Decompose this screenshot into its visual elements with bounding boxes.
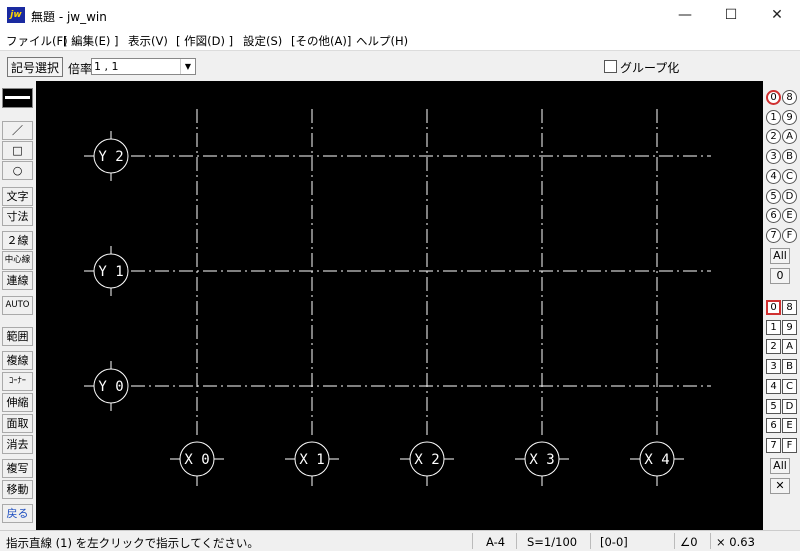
center-line-tool-button[interactable]: 中心線 [2, 251, 33, 270]
chevron-down-icon[interactable]: ▼ [180, 59, 195, 74]
move-tool-button[interactable]: 移動 [2, 480, 33, 499]
grid-drawing: Y 2 Y 1 Y 0 X 0 X 1 X 2 X 3 X 4 [84, 109, 711, 486]
current-layer-button[interactable]: 0 [770, 268, 790, 284]
layer-button-8[interactable]: 8 [782, 90, 797, 105]
menu-file[interactable]: ファイル(F) [6, 33, 68, 49]
auto-tool-button[interactable]: AUTO [2, 296, 33, 315]
copy-line-tool-button[interactable]: 複線 [2, 351, 33, 370]
paper-size[interactable]: A-4 [486, 535, 505, 549]
layer-group-button-6[interactable]: 6 [766, 418, 781, 434]
layer-group-button-B[interactable]: B [782, 359, 797, 375]
control-bar: 記号選択 倍率 1 , 1 ▼ グループ化 [0, 50, 800, 81]
window-title: 無題 - jw_win [31, 10, 107, 24]
group-option-icon[interactable]: ✕ [770, 478, 790, 494]
menu-draw[interactable]: [ 作図(D) ] [176, 33, 233, 49]
continuous-line-tool-button[interactable]: 連線 [2, 271, 33, 290]
layer-group-button-2[interactable]: 2 [766, 339, 781, 355]
grid-label-y1: Y 1 [98, 264, 123, 280]
layer-button-9[interactable]: 9 [782, 109, 797, 125]
layer-group-button-9[interactable]: 9 [782, 319, 797, 335]
jw-app-icon[interactable]: jw [7, 7, 25, 23]
stretch-tool-button[interactable]: 伸縮 [2, 393, 33, 412]
layer-button-D[interactable]: D [782, 188, 797, 204]
line-color-swatch[interactable] [2, 88, 33, 108]
minimize-button[interactable]: — [662, 0, 708, 31]
menu-bar: ファイル(F) [ 編集(E) ] 表示(V) [ 作図(D) ] 設定(S) … [0, 31, 800, 50]
layer-button-3[interactable]: 3 [766, 149, 781, 165]
layer-group-button-0[interactable]: 0 [766, 300, 781, 315]
grid-label-x2: X 2 [414, 452, 439, 468]
grid-label-y2: Y 2 [98, 149, 123, 165]
layer-palette: 0 8 1 9 2 A 3 B 4 C 5 D 6 E 7 F All 0 [766, 90, 798, 290]
range-tool-button[interactable]: 範囲 [2, 327, 33, 346]
layer-button-5[interactable]: 5 [766, 188, 781, 204]
layer-group-button-4[interactable]: 4 [766, 378, 781, 394]
layer-button-6[interactable]: 6 [766, 208, 781, 224]
menu-settings[interactable]: 設定(S) [243, 33, 282, 49]
scale-label: 倍率 [68, 62, 93, 76]
layer-button-0[interactable]: 0 [766, 90, 781, 105]
scale-value: 1 , 1 [94, 60, 119, 73]
layer-group-button-3[interactable]: 3 [766, 359, 781, 375]
status-bar: 指示直線 (1) を左クリックで指示してください。 A-4 S=1/100 [0… [0, 530, 800, 551]
layer-group-button-F[interactable]: F [782, 437, 797, 453]
layer-button-F[interactable]: F [782, 227, 797, 243]
layer-group-button-1[interactable]: 1 [766, 319, 781, 335]
current-layer-status[interactable]: [0-0] [600, 535, 628, 549]
grid-label-x3: X 3 [529, 452, 554, 468]
layer-group-button-7[interactable]: 7 [766, 437, 781, 453]
grid-label-x4: X 4 [644, 452, 669, 468]
chamfer-tool-button[interactable]: 面取 [2, 414, 33, 433]
line-tool-button[interactable]: ／ [2, 121, 33, 140]
close-button[interactable]: ✕ [754, 0, 800, 31]
text-tool-button[interactable]: 文字 [2, 187, 33, 206]
zoom-status[interactable]: × 0.63 [716, 535, 755, 549]
layer-button-7[interactable]: 7 [766, 227, 781, 243]
drawing-canvas[interactable]: Y 2 Y 1 Y 0 X 0 X 1 X 2 X 3 X 4 [36, 81, 763, 530]
dimension-tool-button[interactable]: 寸法 [2, 207, 33, 226]
erase-tool-button[interactable]: 消去 [2, 435, 33, 454]
layer-button-1[interactable]: 1 [766, 109, 781, 125]
menu-help[interactable]: ヘルプ(H) [356, 33, 408, 49]
layer-all-button[interactable]: All [770, 248, 790, 264]
layer-button-4[interactable]: 4 [766, 168, 781, 184]
layer-button-2[interactable]: 2 [766, 129, 781, 145]
grid-label-x0: X 0 [184, 452, 209, 468]
menu-view[interactable]: 表示(V) [128, 33, 168, 49]
menu-edit[interactable]: [ 編集(E) ] [63, 33, 119, 49]
double-line-tool-button[interactable]: ２線 [2, 231, 33, 250]
title-bar: jw 無題 - jw_win — ☐ ✕ [0, 0, 800, 31]
grid-label-y0: Y 0 [98, 379, 123, 395]
layer-group-button-A[interactable]: A [782, 339, 797, 355]
duplicate-tool-button[interactable]: 複写 [2, 459, 33, 478]
maximize-button[interactable]: ☐ [708, 0, 754, 31]
layer-button-B[interactable]: B [782, 149, 797, 165]
angle-status[interactable]: ∠0 [680, 535, 698, 549]
grid-label-x1: X 1 [299, 452, 324, 468]
layer-group-button-E[interactable]: E [782, 418, 797, 434]
group-label: グループ化 [620, 61, 680, 75]
group-checkbox[interactable] [604, 60, 617, 73]
layer-button-E[interactable]: E [782, 208, 797, 224]
layer-button-A[interactable]: A [782, 129, 797, 145]
group-all-button[interactable]: All [770, 458, 790, 474]
layer-button-C[interactable]: C [782, 168, 797, 184]
drawing-scale[interactable]: S=1/100 [527, 535, 577, 549]
layer-group-button-C[interactable]: C [782, 378, 797, 394]
layer-group-button-8[interactable]: 8 [782, 300, 797, 315]
undo-button[interactable]: 戻る [2, 504, 33, 523]
corner-tool-button[interactable]: ｺｰﾅｰ [2, 372, 33, 391]
menu-other[interactable]: [その他(A)] [291, 33, 351, 49]
status-message: 指示直線 (1) を左クリックで指示してください。 [6, 536, 259, 550]
layer-group-button-5[interactable]: 5 [766, 398, 781, 414]
layer-group-palette: 0 8 1 9 2 A 3 B 4 C 5 D 6 E 7 F All ✕ [766, 300, 798, 500]
symbol-select-button[interactable]: 記号選択 [7, 57, 63, 77]
rectangle-tool-button[interactable]: □ [2, 141, 33, 160]
scale-select[interactable]: 1 , 1 ▼ [91, 58, 196, 75]
layer-group-button-D[interactable]: D [782, 398, 797, 414]
circle-tool-button[interactable]: ○ [2, 161, 33, 180]
